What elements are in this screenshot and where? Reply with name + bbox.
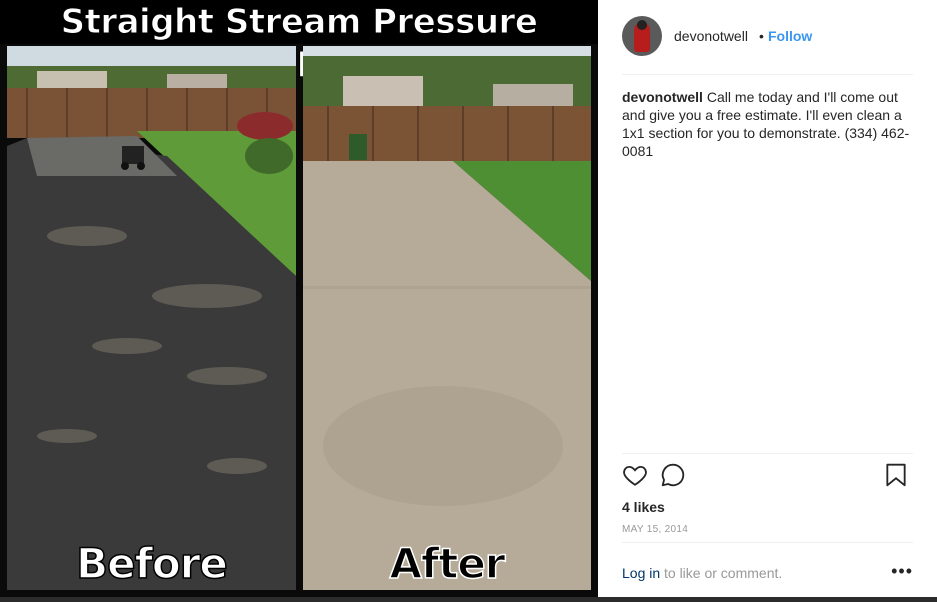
- post-actions: 4 likes MAY 15, 2014 Log in to like or c…: [622, 453, 913, 598]
- before-label: Before: [75, 538, 228, 589]
- after-photo: After: [303, 46, 591, 590]
- header-separator: •: [759, 28, 764, 44]
- post-header: devonotwell • Follow: [622, 16, 913, 75]
- image-title-text: Straight Stream Pressure Washing: [0, 0, 598, 87]
- before-photo: Before: [7, 46, 296, 590]
- login-prompt: Log in to like or comment. •••: [622, 542, 913, 599]
- likes-count[interactable]: 4 likes: [622, 499, 665, 515]
- comment-icon[interactable]: [660, 462, 690, 492]
- header-username[interactable]: devonotwell: [674, 28, 748, 44]
- login-link[interactable]: Log in: [622, 565, 660, 581]
- more-options-icon[interactable]: •••: [891, 561, 913, 582]
- post-caption: devonotwell Call me today and I'll come o…: [622, 88, 912, 160]
- instagram-post: Straight Stream Pressure Washing Before …: [0, 0, 937, 597]
- avatar[interactable]: [622, 16, 662, 56]
- after-label: After: [389, 538, 507, 589]
- caption-username[interactable]: devonotwell: [622, 89, 703, 105]
- heart-icon[interactable]: [622, 462, 652, 492]
- post-date: MAY 15, 2014: [622, 524, 689, 535]
- post-sidebar: devonotwell • Follow devonotwell Call me …: [598, 0, 937, 597]
- before-photo-scene: [7, 46, 296, 590]
- post-image[interactable]: Straight Stream Pressure Washing Before …: [0, 0, 598, 597]
- avatar-head: [637, 20, 647, 30]
- login-prompt-text: to like or comment.: [664, 565, 783, 581]
- follow-button[interactable]: Follow: [768, 28, 812, 44]
- bookmark-icon[interactable]: [883, 462, 913, 492]
- after-photo-scene: [303, 46, 591, 590]
